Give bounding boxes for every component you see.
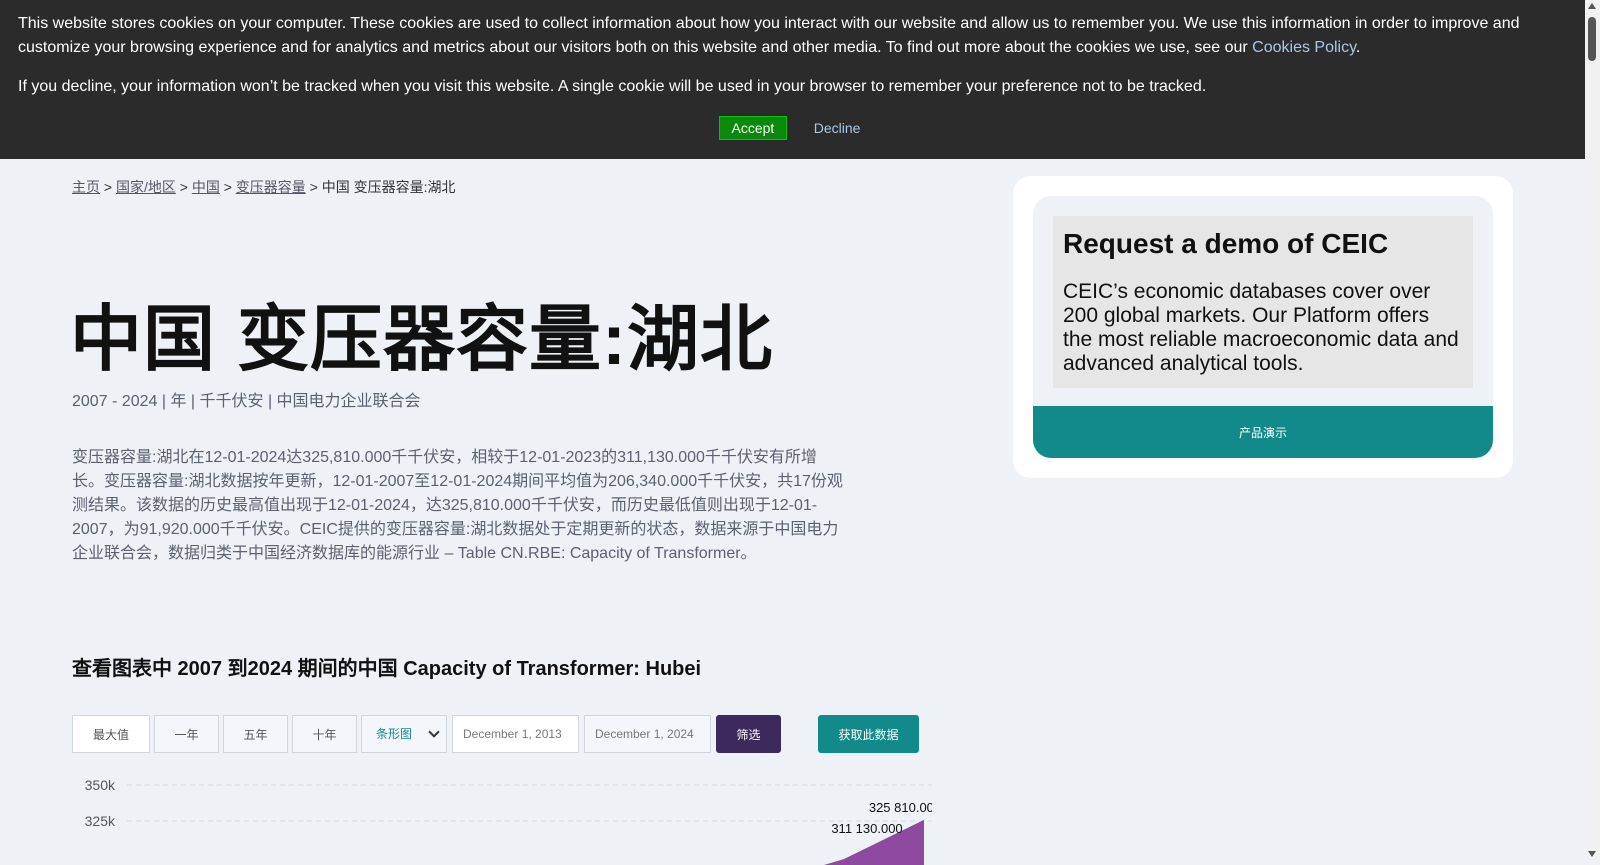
range-10y-button[interactable]: 十年 [292, 715, 357, 753]
page-scrollbar[interactable] [1585, 0, 1600, 861]
demo-content: Request a demo of CEIC CEIC’s economic d… [1053, 216, 1473, 388]
page-description: 变压器容量:湖北在12-01-2024达325,810.000千千伏安，相较于1… [72, 449, 843, 562]
product-demo-button[interactable]: 产品演示 [1033, 406, 1493, 458]
chart-type-value: 条形图 [376, 727, 413, 741]
cookie-decline-info: If you decline, your information won’t b… [18, 78, 1207, 95]
data-label: 311 130.000 [831, 821, 902, 836]
demo-title: Request a demo of CEIC [1063, 228, 1389, 259]
chart-grid: 350k 325k [85, 777, 932, 829]
range-max-button[interactable]: 最大值 [72, 715, 150, 753]
chart-type-select[interactable]: 条形图 [361, 715, 447, 753]
breadcrumb: 主页 > 国家/地区 > 中国 > 变压器容量 > 中国 变压器容量:湖北 [72, 177, 456, 197]
demo-text: CEIC’s economic databases cover over 200… [1063, 280, 1459, 375]
chart-heading: 查看图表中 2007 到2024 期间的中国 Capacity of Trans… [72, 658, 702, 680]
cookie-banner: This website stores cookies on your comp… [0, 0, 1585, 159]
cookie-text-end: . [1355, 39, 1361, 56]
cookie-text: This website stores cookies on your comp… [18, 12, 1567, 60]
get-data-button[interactable]: 获取此数据 [818, 715, 919, 753]
decline-button[interactable]: Decline [808, 118, 867, 138]
range-5y-button[interactable]: 五年 [223, 715, 288, 753]
breadcrumb-countries[interactable]: 国家/地区 [116, 179, 176, 195]
scrollbar-thumb[interactable] [1588, 17, 1596, 61]
accept-button[interactable]: Accept [718, 116, 788, 140]
breadcrumb-separator: > [103, 179, 113, 195]
breadcrumb-china[interactable]: 中国 [192, 179, 220, 195]
breadcrumb-current: 中国 变压器容量:湖北 [321, 179, 456, 195]
breadcrumb-home[interactable]: 主页 [72, 179, 100, 195]
page-subtitle: 2007 - 2024 | 年 | 千千伏安 | 中国电力企业联合会 [72, 393, 421, 410]
cookies-policy-link[interactable]: Cookies Policy [1252, 39, 1356, 56]
breadcrumb-separator: > [179, 179, 188, 195]
area-chart: 350k 325k 311 130.000 325 810.000 [85, 777, 932, 865]
chart-marks: 311 130.000 325 810.000 [824, 800, 932, 865]
breadcrumb-separator: > [223, 179, 232, 195]
demo-card: Request a demo of CEIC CEIC’s economic d… [1013, 176, 1513, 478]
start-date-input[interactable]: December 1, 2013 [452, 715, 579, 753]
demo-box: Request a demo of CEIC CEIC’s economic d… [1033, 196, 1493, 458]
page-title: 中国 变压器容量:湖北 [70, 300, 773, 380]
end-date-input[interactable]: December 1, 2024 [584, 715, 711, 753]
scroll-up-icon[interactable] [1588, 3, 1596, 9]
y-tick-label: 325k [85, 813, 116, 829]
range-1y-button[interactable]: 一年 [154, 715, 219, 753]
chevron-down-icon [428, 726, 440, 738]
data-label: 325 810.000 [869, 800, 932, 815]
cookie-actions: Accept Decline [0, 116, 1585, 141]
breadcrumb-separator: > [309, 179, 318, 195]
scroll-down-icon[interactable] [1588, 851, 1596, 857]
y-tick-label: 350k [85, 777, 116, 793]
filter-button[interactable]: 筛选 [716, 715, 781, 753]
breadcrumb-transformer-capacity[interactable]: 变压器容量 [236, 179, 306, 195]
